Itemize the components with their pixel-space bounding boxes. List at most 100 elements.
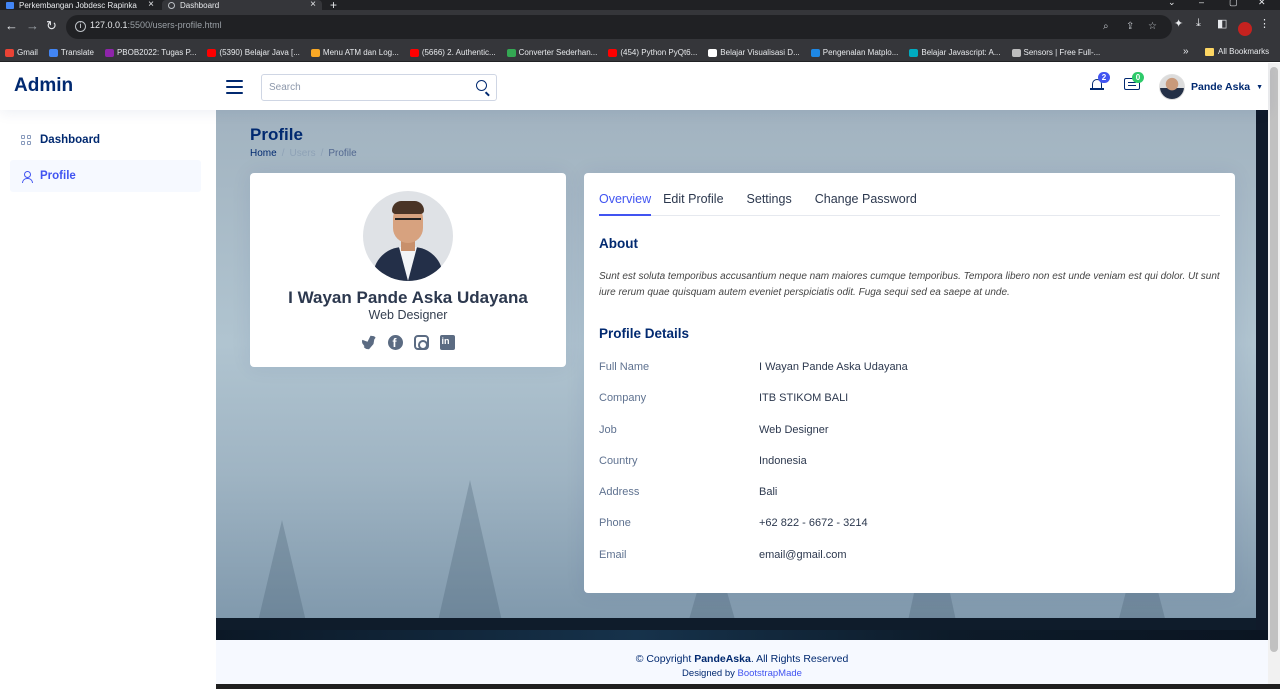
bookmark-label: (5666) 2. Authentic...	[421, 48, 496, 57]
profile-name: I Wayan Pande Aska Udayana	[288, 288, 528, 307]
site-info-icon[interactable]: i	[75, 21, 86, 32]
bookmark-item[interactable]: Translate	[48, 48, 94, 57]
user-menu[interactable]: Pande Aska ▼	[1159, 74, 1263, 100]
bookmark-item[interactable]: Menu ATM dan Log...	[310, 48, 399, 57]
close-tab-icon[interactable]: ×	[310, 0, 316, 10]
user-name: Pande Aska	[1191, 81, 1251, 93]
zoom-icon[interactable]: ⌕	[1103, 21, 1109, 32]
detail-label: Job	[599, 424, 617, 436]
breadcrumb-current: Profile	[328, 148, 357, 159]
close-tab-icon[interactable]: ×	[148, 0, 154, 10]
browser-tab-title: Dashboard	[180, 0, 220, 10]
browser-tab[interactable]: Perkembangan Jobdesc Rapinka ×	[0, 0, 160, 10]
linkedin-icon[interactable]	[439, 335, 455, 350]
url-path: :5500/users-profile.html	[127, 20, 222, 30]
profile-role: Web Designer	[368, 308, 448, 322]
bookmark-item[interactable]: PBOB2022: Tugas P...	[104, 48, 197, 57]
bookmark-label: (5390) Belajar Java [...	[219, 48, 300, 57]
all-bookmarks-button[interactable]: All Bookmarks	[1205, 47, 1269, 56]
designed-by-text: Designed by	[682, 668, 735, 679]
instagram-icon[interactable]	[413, 335, 429, 350]
browser-menu-icon[interactable]: ⋮	[1259, 17, 1270, 30]
bookmark-label: PBOB2022: Tugas P...	[116, 48, 197, 57]
bookmark-label: (454) Python PyQt6...	[620, 48, 698, 57]
maximize-button[interactable]: ▢	[1229, 0, 1238, 8]
scrollbar-thumb[interactable]	[1270, 67, 1278, 652]
bookmark-item[interactable]: Belajar Visualisasi D...	[708, 48, 800, 57]
sidebar-item-label: Profile	[40, 170, 76, 182]
extensions-icon[interactable]: ✦	[1174, 17, 1183, 30]
tab-overview[interactable]: Overview	[599, 187, 652, 216]
bookmark-label: Belajar Javascript: A...	[921, 48, 1001, 57]
close-window-button[interactable]: ✕	[1258, 0, 1266, 8]
tab-search-icon[interactable]: ⌄	[1168, 0, 1176, 8]
browser-tabbar: Perkembangan Jobdesc Rapinka × Dashboard…	[0, 0, 1280, 12]
browser-tab-active[interactable]: Dashboard ×	[162, 0, 322, 10]
designer-link[interactable]: BootstrapMade	[738, 668, 802, 679]
browser-profile-avatar[interactable]	[1238, 22, 1252, 36]
footer: © Copyright PandeAska. All Rights Reserv…	[216, 653, 1268, 679]
globe-icon	[168, 1, 175, 9]
url-text[interactable]: 127.0.0.1:5500/users-profile.html	[90, 20, 222, 30]
bookmark-item[interactable]: Pengenalan Matplo...	[810, 48, 899, 57]
bookmark-item[interactable]: Sensors | Free Full-...	[1011, 48, 1101, 57]
toggle-sidebar-button[interactable]	[226, 80, 243, 94]
minimize-button[interactable]: –	[1199, 0, 1204, 7]
docs-icon	[6, 1, 14, 9]
notifications-bell-icon[interactable]: 2	[1090, 72, 1110, 92]
sidebar-item-profile[interactable]: Profile	[10, 160, 201, 192]
facebook-icon[interactable]	[387, 335, 403, 350]
avatar	[1159, 74, 1185, 100]
search-input[interactable]	[262, 75, 467, 100]
bookmark-favicon-icon	[104, 48, 114, 57]
bookmark-favicon-icon	[708, 48, 718, 57]
bookmark-item[interactable]: Converter Sederhan...	[506, 48, 597, 57]
search-icon[interactable]	[476, 80, 487, 91]
app-header: Admin 2 0 Pande Aska ▼	[0, 63, 1268, 110]
rights-text: . All Rights Reserved	[750, 653, 849, 665]
background-tree	[436, 480, 504, 630]
twitter-icon[interactable]	[361, 335, 377, 350]
bookmark-favicon-icon	[48, 48, 58, 57]
profile-tabs: Overview Edit Profile Settings Change Pa…	[599, 187, 1220, 216]
profile-details-heading: Profile Details	[599, 326, 690, 341]
bookmark-favicon-icon	[310, 48, 320, 57]
detail-label: Company	[599, 392, 647, 404]
detail-value: Web Designer	[759, 424, 829, 436]
breadcrumb-home[interactable]: Home	[250, 148, 277, 159]
breadcrumb-users: Users	[289, 148, 316, 159]
more-bookmarks-icon[interactable]: »	[1183, 46, 1189, 57]
footer-credit: Designed by BootstrapMade	[216, 668, 1268, 679]
background-tree	[256, 520, 308, 630]
back-button[interactable]: ←	[5, 18, 18, 34]
bookmark-label: Translate	[60, 48, 94, 57]
page-title: Profile	[250, 125, 303, 144]
folder-icon	[1205, 47, 1214, 56]
bookmark-item[interactable]: (5666) 2. Authentic...	[409, 48, 496, 57]
forward-button[interactable]: →	[26, 18, 39, 34]
reload-button[interactable]: ↻	[46, 18, 57, 34]
bookmark-item[interactable]: Belajar Javascript: A...	[909, 48, 1001, 57]
logo[interactable]: Admin	[14, 75, 73, 97]
bookmark-label: Pengenalan Matplo...	[822, 48, 899, 57]
messages-icon[interactable]: 0	[1124, 72, 1144, 91]
bookmark-item[interactable]: Gmail	[5, 48, 38, 57]
detail-label: Phone	[599, 517, 631, 529]
notifications-badge: 2	[1098, 72, 1110, 83]
bookmark-star-icon[interactable]: ☆	[1148, 21, 1157, 32]
tab-change-password[interactable]: Change Password	[815, 187, 917, 216]
tab-settings[interactable]: Settings	[747, 187, 792, 216]
bookmark-item[interactable]: (454) Python PyQt6...	[608, 48, 697, 57]
tab-edit-profile[interactable]: Edit Profile	[663, 187, 723, 216]
share-icon[interactable]: ⇪	[1126, 21, 1134, 32]
sidebar-item-dashboard[interactable]: Dashboard	[10, 124, 201, 156]
side-panel-icon[interactable]: ◧	[1217, 17, 1227, 30]
bookmark-favicon-icon	[207, 48, 217, 57]
bookmark-item[interactable]: (5390) Belajar Java [...	[207, 48, 300, 57]
download-icon[interactable]: ⤓	[1196, 17, 1201, 30]
detail-value: Indonesia	[759, 455, 807, 467]
bookmark-label: Belajar Visualisasi D...	[720, 48, 800, 57]
all-bookmarks-label: All Bookmarks	[1218, 47, 1270, 56]
bookmark-label: Sensors | Free Full-...	[1023, 48, 1101, 57]
address-bar[interactable]: i 127.0.0.1:5500/users-profile.html ⌕ ⇪ …	[66, 15, 1172, 39]
